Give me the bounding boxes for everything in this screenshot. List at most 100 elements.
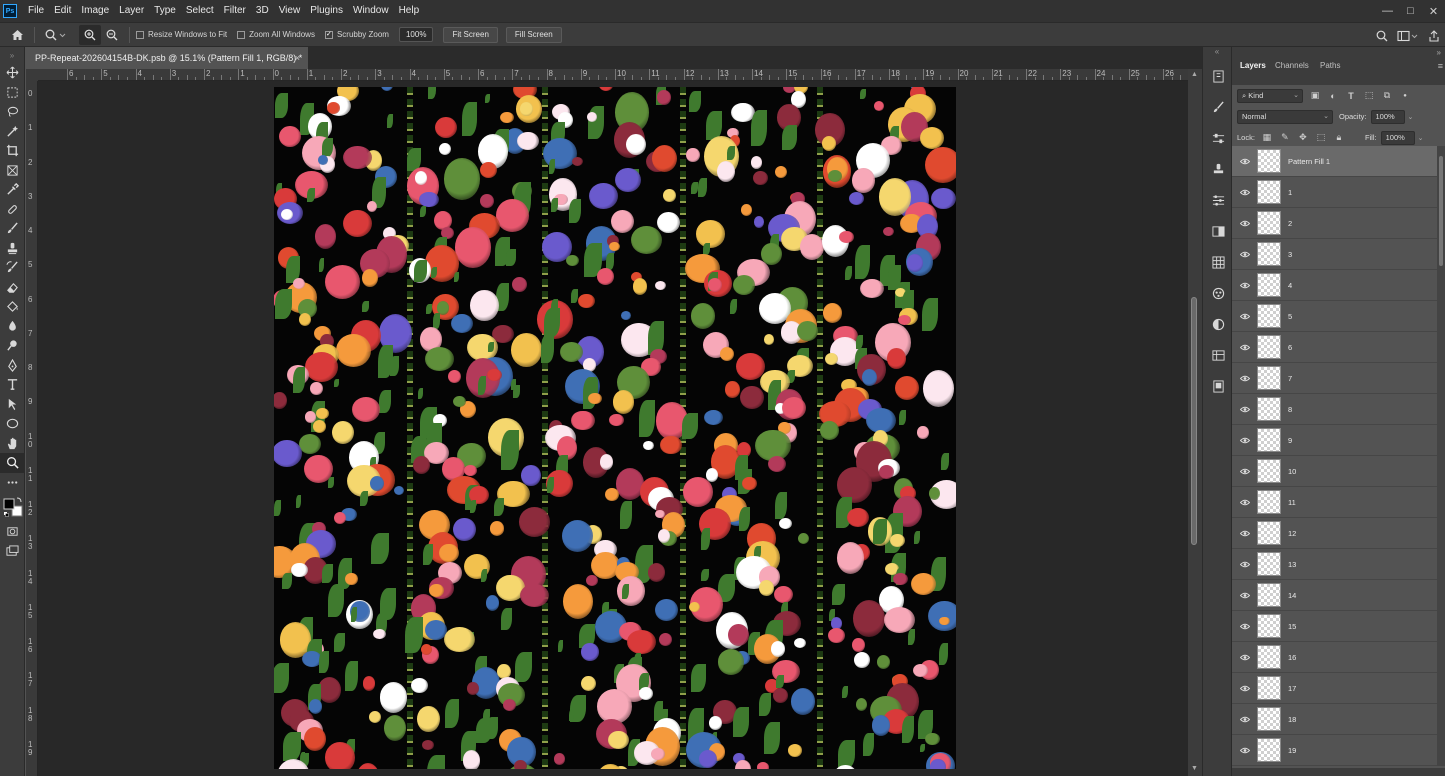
menu-type[interactable]: Type: [149, 0, 181, 22]
menu-file[interactable]: File: [23, 0, 49, 22]
blend-mode-dropdown[interactable]: Normal ⌄: [1237, 109, 1333, 124]
document-tab[interactable]: PP-Repeat-202604154B-DK.psb @ 15.1% (Pat…: [26, 47, 308, 69]
zoom-tool-icon[interactable]: [0, 453, 25, 473]
menu-layer[interactable]: Layer: [114, 0, 149, 22]
menu-view[interactable]: View: [274, 0, 306, 22]
fit-screen-button[interactable]: Fit Screen: [443, 26, 498, 43]
lock-all-icon[interactable]: 🔒︎: [1333, 132, 1345, 144]
scrubby-zoom-checkbox[interactable]: ✓ Scrubby Zoom: [324, 30, 389, 39]
hand-tool-icon[interactable]: [0, 434, 25, 454]
panel-menu-icon[interactable]: ≡: [1438, 61, 1443, 71]
visibility-eye-icon[interactable]: [1232, 437, 1258, 444]
visibility-eye-icon[interactable]: [1232, 499, 1258, 506]
fill-screen-button[interactable]: Fill Screen: [505, 26, 562, 43]
lock-transparent-pixels-icon[interactable]: ▦: [1261, 132, 1273, 144]
layer-row[interactable]: 17: [1232, 673, 1437, 704]
layer-row[interactable]: 16: [1232, 642, 1437, 673]
brush-settings-panel-icon[interactable]: [1203, 123, 1233, 154]
menu-window[interactable]: Window: [348, 0, 394, 22]
visibility-eye-icon[interactable]: [1232, 561, 1258, 568]
healing-brush-tool-icon[interactable]: [0, 200, 25, 220]
layer-row[interactable]: 4: [1232, 270, 1437, 301]
layer-row[interactable]: 12: [1232, 518, 1437, 549]
filter-pixel-icon[interactable]: ▣: [1309, 90, 1321, 102]
layer-row[interactable]: 3: [1232, 239, 1437, 270]
scrollbar-thumb[interactable]: [1191, 297, 1197, 545]
scroll-up-icon[interactable]: ▲: [1191, 71, 1198, 78]
visibility-eye-icon[interactable]: [1232, 220, 1258, 227]
visibility-eye-icon[interactable]: [1232, 344, 1258, 351]
ruler-origin[interactable]: [26, 69, 38, 81]
layer-row[interactable]: 9: [1232, 425, 1437, 456]
zoom-in-icon[interactable]: [79, 24, 101, 45]
clone-source-panel-icon[interactable]: [1203, 154, 1233, 185]
object-selection-tool-icon[interactable]: [0, 122, 25, 142]
eraser-tool-icon[interactable]: [0, 278, 25, 298]
filter-shape-icon[interactable]: ⬚: [1363, 90, 1375, 102]
visibility-eye-icon[interactable]: [1232, 623, 1258, 630]
gradients-panel-icon[interactable]: [1203, 216, 1233, 247]
layer-row[interactable]: 18: [1232, 704, 1437, 735]
close-window-button[interactable]: ✕: [1422, 0, 1445, 22]
visibility-eye-icon[interactable]: [1232, 685, 1258, 692]
visibility-eye-icon[interactable]: [1232, 251, 1258, 258]
panel-collapse-icon[interactable]: »: [1437, 48, 1441, 57]
crop-tool-icon[interactable]: [0, 141, 25, 161]
visibility-eye-icon[interactable]: [1232, 592, 1258, 599]
paint-bucket-tool-icon[interactable]: [0, 297, 25, 317]
dock-collapse-icon[interactable]: «: [1203, 47, 1231, 61]
visibility-eye-icon[interactable]: [1232, 747, 1258, 754]
resize-windows-checkbox[interactable]: Resize Windows to Fit: [136, 30, 227, 39]
visibility-eye-icon[interactable]: [1232, 654, 1258, 661]
scroll-down-icon[interactable]: ▼: [1191, 765, 1198, 772]
menu-help[interactable]: Help: [394, 0, 425, 22]
layer-row[interactable]: 7: [1232, 363, 1437, 394]
home-icon[interactable]: [6, 25, 28, 45]
tab-channels[interactable]: Channels: [1275, 61, 1309, 70]
ellipse-tool-icon[interactable]: [0, 414, 25, 434]
type-tool-icon[interactable]: [0, 375, 25, 395]
zoom-tool-preset-icon[interactable]: [41, 25, 71, 45]
menu-edit[interactable]: Edit: [49, 0, 76, 22]
menu-image[interactable]: Image: [76, 0, 114, 22]
color-panel-icon[interactable]: [1203, 278, 1233, 309]
glyphs-panel-icon[interactable]: [1203, 371, 1233, 402]
close-document-icon[interactable]: ×: [295, 47, 300, 69]
lock-position-icon[interactable]: ✥: [1297, 132, 1309, 144]
visibility-eye-icon[interactable]: [1232, 716, 1258, 723]
visibility-eye-icon[interactable]: [1232, 282, 1258, 289]
properties-panel-icon[interactable]: [1203, 185, 1233, 216]
blur-tool-icon[interactable]: [0, 317, 25, 337]
visibility-eye-icon[interactable]: [1232, 189, 1258, 196]
move-tool-icon[interactable]: [0, 63, 25, 83]
tab-layers[interactable]: Layers: [1240, 61, 1266, 70]
visibility-eye-icon[interactable]: [1232, 313, 1258, 320]
lock-artboard-icon[interactable]: ⬚: [1315, 132, 1327, 144]
tab-paths[interactable]: Paths: [1320, 61, 1340, 70]
pen-tool-icon[interactable]: [0, 356, 25, 376]
lasso-tool-icon[interactable]: [0, 102, 25, 122]
visibility-eye-icon[interactable]: [1232, 158, 1258, 165]
workspace-switcher-icon[interactable]: [1393, 26, 1423, 46]
brushes-panel-icon[interactable]: [1203, 92, 1233, 123]
layer-row[interactable]: 5: [1232, 301, 1437, 332]
menu-filter[interactable]: Filter: [219, 0, 251, 22]
layer-row[interactable]: 10: [1232, 456, 1437, 487]
path-selection-tool-icon[interactable]: [0, 395, 25, 415]
canvas-vertical-scrollbar[interactable]: ▲ ▼: [1188, 69, 1202, 776]
frame-tool-icon[interactable]: [0, 161, 25, 181]
libraries-panel-icon[interactable]: [1203, 340, 1233, 371]
layer-row[interactable]: 19: [1232, 735, 1437, 766]
more-tools-icon[interactable]: [0, 473, 25, 493]
layers-scrollbar[interactable]: [1437, 146, 1445, 766]
zoom-percent-field[interactable]: 100%: [398, 27, 434, 42]
maximize-button[interactable]: □: [1399, 0, 1422, 22]
filter-smart-object-icon[interactable]: ⧉: [1381, 90, 1393, 102]
filter-type-icon[interactable]: T: [1345, 90, 1357, 102]
layer-row[interactable]: 2: [1232, 208, 1437, 239]
dodge-tool-icon[interactable]: [0, 336, 25, 356]
layer-row[interactable]: 13: [1232, 549, 1437, 580]
filter-adjustment-icon[interactable]: ◐: [1327, 90, 1339, 102]
layers-scrollbar-thumb[interactable]: [1439, 156, 1443, 266]
layer-row[interactable]: Pattern Fill 1: [1232, 146, 1437, 177]
